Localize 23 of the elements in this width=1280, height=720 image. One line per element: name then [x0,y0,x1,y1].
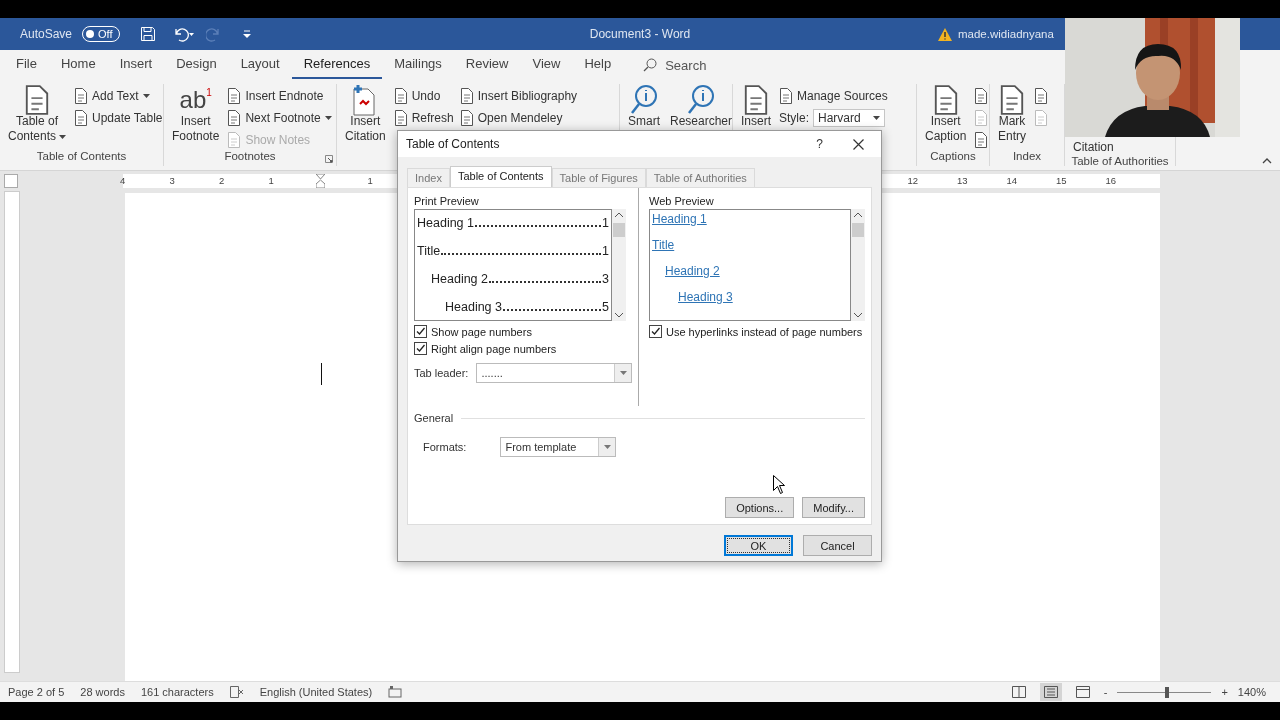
footnote-icon: ab$^{1}$ [179,88,212,112]
section-label: Print Preview [414,195,480,207]
checkbox-label: Show page numbers [431,325,532,338]
dialog-title: Table of Contents [406,137,501,151]
checkbox-label: Use hyperlinks instead of page numbers [666,325,863,338]
toc-preview-entry: Heading 2 3 [430,271,609,286]
group-label: Table of Authorities [1071,155,1169,167]
checkbox-label: Right align page numbers [431,342,557,355]
toc-preview-entry: Title 1 [417,243,609,258]
field-label: Formats: [423,441,467,453]
toc-preview-entry: Heading 3 5 [444,299,609,314]
character-count: 161 characters [140,686,214,698]
group-label: Captions [930,150,976,164]
autosave-label: AutoSave [20,27,73,41]
group-label: Index [1012,150,1042,164]
group-label: Table of Contents [36,150,127,164]
section-label: General [414,412,454,424]
style-label: Style: [779,110,810,125]
section-label: Web Preview [649,195,715,207]
toc-preview-entry: Heading 1 1 [417,215,609,230]
group-label: Footnotes [224,150,276,164]
window-title: Document3 - Word [589,27,691,41]
field-label: Tab leader: [414,367,469,379]
